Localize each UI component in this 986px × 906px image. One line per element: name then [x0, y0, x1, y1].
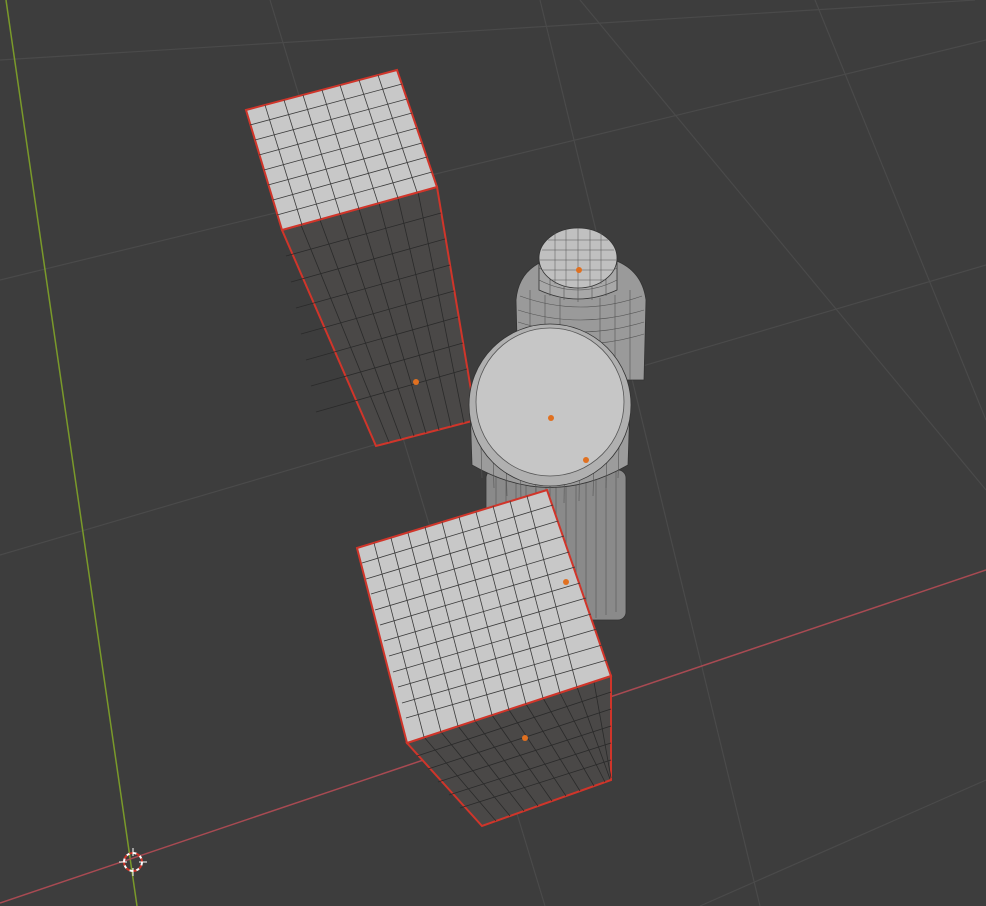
origin-dot	[576, 267, 582, 273]
origin-dot	[522, 735, 528, 741]
origin-dot	[548, 415, 554, 421]
y-axis-line	[5, 0, 138, 906]
origin-dot	[563, 579, 569, 585]
origin-dot	[583, 457, 589, 463]
3d-viewport[interactable]	[0, 0, 986, 906]
origin-dot	[413, 379, 419, 385]
cylinder-top-face	[475, 327, 625, 477]
tall-box[interactable]	[244, 68, 478, 448]
3d-cursor-icon[interactable]	[119, 848, 147, 876]
